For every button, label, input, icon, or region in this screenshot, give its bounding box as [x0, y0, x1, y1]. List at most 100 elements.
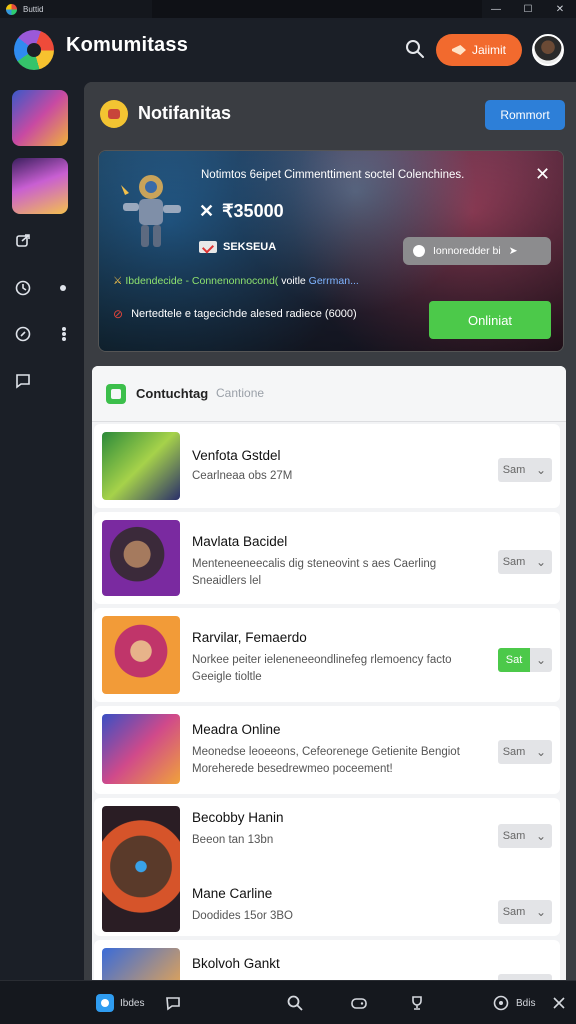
status-part-a: Ibdendecide: [125, 275, 183, 287]
list-item[interactable]: Becobby Hanin Beeon tan 13bn Sam ⌄ Mane C…: [94, 798, 560, 936]
list-title: Contuchtag: [136, 386, 209, 401]
list-item[interactable]: Venfota Gstdel Cearlneaa obs 27M Sam ⌄: [94, 424, 560, 508]
game-thumbnail: [102, 432, 180, 500]
nav-home[interactable]: Ibdes: [96, 993, 144, 1013]
game-thumbnail: [102, 616, 180, 694]
window-title: Buttid: [23, 4, 44, 14]
banner-dropdown-label: Ionnoredder bi: [433, 245, 501, 257]
item-subtitle: Menteneeneecalis dig steneovint s aes Ca…: [192, 558, 437, 587]
share-icon[interactable]: [14, 232, 32, 250]
chat-icon[interactable]: [14, 372, 32, 390]
status-part-d[interactable]: Gerrman...: [309, 275, 359, 287]
trophy-icon[interactable]: [408, 993, 426, 1013]
maximize-button[interactable]: ☐: [512, 0, 544, 18]
status-part-c: voitle: [281, 275, 306, 287]
app-icon: [6, 3, 17, 15]
item-select-button[interactable]: Sam ⌄: [498, 824, 552, 848]
report-button[interactable]: Rommort: [485, 100, 565, 130]
notification-bell-icon: [100, 100, 128, 128]
item-select-label: Sam: [502, 906, 526, 918]
notifications-header: Notifanitas Rommort: [84, 82, 576, 148]
banner-status-line: ⚔ Ibdendecide - Connenonnocond( voitle G…: [113, 275, 359, 287]
banner-warning-line: ⊘ Nertedtele e tagecichde alesed radiece…: [113, 307, 357, 321]
home-icon: [96, 994, 114, 1012]
banner-close-button[interactable]: ✕: [535, 165, 550, 183]
list-item[interactable]: Meadra Online Meonedse leoeeons, Cefeore…: [94, 706, 560, 794]
list-subtitle: Cantione: [216, 386, 265, 400]
titlebar-drag-region[interactable]: [152, 0, 482, 18]
list-item[interactable]: Bkolvoh Gankt: [94, 940, 560, 980]
chevron-down-icon: ⌄: [535, 745, 547, 759]
banner-price: ✕ ₹35000: [199, 201, 284, 222]
banner-tag-label: SEKSEUA: [223, 241, 277, 253]
item-subtitle: Cearlneaa obs 27M: [192, 470, 293, 482]
game-thumbnail: [102, 714, 180, 784]
item-select-label: Sam: [502, 464, 526, 476]
chevron-down-icon: ⌄: [535, 555, 547, 569]
sidebar: [0, 82, 84, 980]
window-titlebar: Buttid — ☐ ✕: [0, 0, 576, 18]
banner-online-button[interactable]: Onliniat: [429, 301, 551, 339]
join-button[interactable]: Jaiimit: [436, 34, 522, 66]
app-header: Komumitass Jaiimit: [0, 18, 576, 82]
item-title: Rarvilar, Femaerdo: [192, 630, 307, 645]
item-select-label: Sat: [498, 648, 530, 672]
list-item[interactable]: Rarvilar, Femaerdo Norkee peiter ielenen…: [94, 608, 560, 702]
chevron-down-icon: ⌄: [535, 905, 547, 919]
status-dot: [60, 285, 66, 291]
game-list: Contuchtag Cantione Venfota Gstdel Cearl…: [92, 366, 566, 980]
arrow-right-icon: ➤: [508, 245, 518, 257]
settings-icon[interactable]: [552, 993, 566, 1013]
message-icon[interactable]: [164, 993, 182, 1013]
game-thumbnail: [102, 948, 180, 980]
warning-icon: ⊘: [113, 307, 124, 321]
item-subtitle: Beeon tan 13bn: [192, 834, 274, 846]
history-icon[interactable]: [14, 279, 32, 297]
game-thumbnail: [102, 806, 180, 932]
sidebar-game-thumb-2[interactable]: [12, 158, 68, 214]
promo-banner: ✕ Notimtos 6eipet Cimmenttiment soctel C…: [98, 150, 564, 352]
item-select-button[interactable]: Sat ⌄: [498, 648, 552, 672]
item-subtitle: Norkee peiter ieleneneeondlinefeg rlemoe…: [192, 654, 452, 683]
item-select-label: Sam: [502, 556, 526, 568]
minimize-button[interactable]: —: [480, 0, 512, 18]
compass-icon[interactable]: [14, 325, 32, 343]
info-icon: [413, 245, 425, 257]
banner-price-value: ₹35000: [222, 201, 284, 221]
swords-icon: ⚔: [113, 275, 123, 287]
search-icon[interactable]: [286, 993, 304, 1013]
item-title: Meadra Online: [192, 722, 281, 737]
chevron-down-icon: ⌄: [535, 653, 547, 667]
item-select-label: Sam: [502, 830, 526, 842]
nav-profile-label: Bdis: [516, 997, 536, 1009]
bottom-navigation: Ibdes Bdis: [0, 980, 576, 1024]
multiply-icon: ✕: [199, 201, 215, 221]
close-window-button[interactable]: ✕: [544, 0, 576, 18]
sidebar-game-thumb-1[interactable]: [12, 90, 68, 146]
app-logo: [14, 30, 54, 70]
item-select-button[interactable]: Sam ⌄: [498, 458, 552, 482]
item-select-button[interactable]: Sam ⌄: [498, 550, 552, 574]
main-panel: Notifanitas Rommort ✕ Notimtos 6eipet Ci…: [84, 82, 576, 980]
item-subtitle: Doodides 15or 3BO: [192, 910, 294, 922]
item-select-button[interactable]: Sam ⌄: [498, 900, 552, 924]
page-title: Notifanitas: [138, 103, 232, 123]
nav-profile[interactable]: Bdis: [492, 993, 535, 1013]
banner-description: Notimtos 6eipet Cimmenttiment soctel Col…: [201, 169, 465, 181]
banner-dropdown[interactable]: Ionnoredder bi ➤: [403, 237, 551, 265]
join-button-label: Jaiimit: [471, 43, 506, 57]
more-icon[interactable]: [62, 327, 66, 341]
list-item[interactable]: Mavlata Bacidel Menteneeneecalis dig ste…: [94, 512, 560, 604]
item-select-label: Sam: [502, 746, 526, 758]
checkbox-icon: [199, 241, 217, 253]
chevron-down-icon: ⌄: [535, 463, 547, 477]
user-avatar[interactable]: [532, 34, 564, 66]
chevron-down-icon: ⌄: [535, 829, 547, 843]
chat-bubble-icon: [106, 384, 126, 404]
brand-name: Komumitass: [66, 34, 189, 56]
item-select-button[interactable]: Sam ⌄: [498, 740, 552, 764]
gamepad-icon[interactable]: [350, 993, 368, 1013]
search-icon[interactable]: [404, 38, 426, 60]
item-title: Becobby Hanin: [192, 810, 284, 825]
game-thumbnail: [102, 520, 180, 596]
